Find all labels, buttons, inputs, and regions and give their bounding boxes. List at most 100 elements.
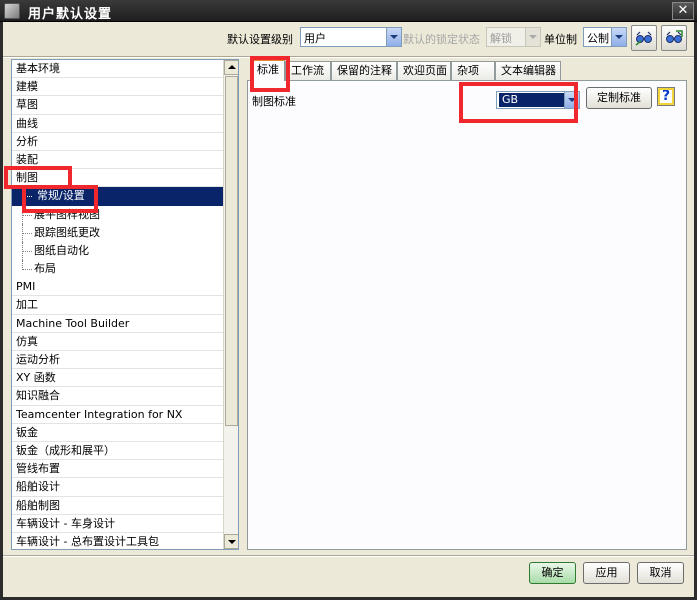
- tree-item-label: Teamcenter Integration for NX: [16, 407, 183, 421]
- tab-text-editor[interactable]: 文本编辑器: [495, 61, 561, 80]
- tree-branch-line: [22, 205, 32, 224]
- tree-item[interactable]: 知识融合: [12, 387, 224, 406]
- tree-item-label: 分析: [16, 134, 38, 148]
- tree-item[interactable]: 仿真: [12, 333, 224, 351]
- tree-item-label: 跟踪图纸更改: [34, 225, 100, 239]
- scroll-down-icon[interactable]: [224, 534, 238, 549]
- tree-item-label: 加工: [16, 298, 38, 312]
- unit-label: 单位制: [544, 33, 577, 46]
- import-settings-button[interactable]: [631, 25, 657, 51]
- footer-divider: [3, 555, 694, 557]
- unit-value: 公制: [587, 32, 609, 45]
- lock-label: 默认的锁定状态: [403, 33, 480, 46]
- chevron-down-icon[interactable]: [611, 28, 626, 46]
- tree-item[interactable]: 制图: [12, 169, 224, 188]
- scroll-thumb[interactable]: [225, 76, 238, 426]
- dialog-window: 默认设置级别 用户 默认的锁定状态 解锁 单位制 公制 基本环境 建模 草图 曲…: [0, 22, 697, 600]
- tree-item-label: 船舶设计: [16, 480, 60, 494]
- tab-standard[interactable]: 标准: [251, 59, 285, 81]
- tree-item-label: 曲线: [16, 116, 38, 130]
- tree-item[interactable]: 基本环境: [12, 60, 224, 79]
- tree-child-item[interactable]: 图纸自动化: [12, 241, 224, 260]
- unit-select[interactable]: 公制: [583, 27, 627, 47]
- chevron-down-icon: [525, 28, 540, 46]
- tree-item-label: 图纸自动化: [34, 243, 89, 257]
- glasses-import-icon: [635, 31, 652, 46]
- tree-item[interactable]: XY 函数: [12, 369, 224, 388]
- tree-item-label: XY 函数: [16, 371, 56, 385]
- export-settings-button[interactable]: [661, 25, 687, 51]
- tree-item-label: 装配: [16, 152, 38, 166]
- tree-item[interactable]: 运动分析: [12, 351, 224, 370]
- customize-standard-button[interactable]: 定制标准: [586, 87, 652, 109]
- tree-item-label: PMI: [16, 280, 36, 294]
- chevron-down-icon[interactable]: [564, 92, 579, 108]
- tree-item[interactable]: 加工: [12, 296, 224, 315]
- tree-item-label: 钣金: [16, 425, 38, 439]
- apply-button[interactable]: 应用: [583, 562, 630, 584]
- toolbar-divider: [3, 56, 694, 58]
- level-value: 用户: [304, 32, 326, 45]
- scroll-up-icon[interactable]: [224, 60, 238, 75]
- tree-item[interactable]: 车辆设计 - 总布置设计工具包: [12, 533, 224, 549]
- lock-select: 解锁: [486, 27, 541, 47]
- tree-item[interactable]: 建模: [12, 78, 224, 97]
- tab-retained-annotations[interactable]: 保留的注释: [331, 61, 397, 80]
- tree-item-label: 布局: [34, 262, 56, 276]
- tree-item-label: 钣金（成形和展平）: [16, 443, 115, 457]
- help-icon[interactable]: ?: [657, 87, 675, 106]
- tree-item-label: 展平图样视图: [34, 207, 100, 221]
- tree-item[interactable]: 曲线: [12, 115, 224, 133]
- tree-item-label: 车辆设计 - 车身设计: [16, 516, 115, 530]
- chevron-down-icon[interactable]: [386, 28, 401, 46]
- tree-child-item[interactable]: 展平图样视图: [12, 205, 224, 224]
- drafting-standard-value: GB: [499, 93, 565, 107]
- tree-item-label: 知识融合: [16, 389, 60, 403]
- tree-item[interactable]: 装配: [12, 151, 224, 170]
- tree-item-label: 仿真: [16, 334, 38, 348]
- tree-item[interactable]: 钣金（成形和展平）: [12, 442, 224, 461]
- tree-item-label: 常规/设置: [34, 188, 88, 204]
- tree-branch-line: [22, 223, 32, 242]
- level-label: 默认设置级别: [227, 33, 293, 46]
- tab-panel: 制图标准 GB 定制标准 ?: [247, 80, 687, 550]
- tree-branch-line: [22, 241, 32, 260]
- tree-items: 基本环境建模 草图曲线分析装配制图常规/设置展平图样视图 跟踪图纸更改 图纸自动化布局…: [12, 60, 224, 549]
- tree-scrollbar[interactable]: [223, 60, 238, 549]
- tree-child-item[interactable]: 常规/设置: [12, 187, 224, 206]
- tree-item[interactable]: 车辆设计 - 车身设计: [12, 515, 224, 533]
- tree-item[interactable]: Teamcenter Integration for NX: [12, 406, 224, 424]
- app-icon: [4, 3, 20, 19]
- level-select[interactable]: 用户: [300, 27, 402, 47]
- tab-workflow[interactable]: 工作流: [285, 61, 331, 80]
- drafting-standard-select[interactable]: GB: [496, 91, 580, 109]
- close-button[interactable]: ✕: [672, 2, 694, 20]
- lock-value: 解锁: [490, 32, 512, 45]
- tree-item-label: 运动分析: [16, 353, 60, 366]
- drafting-standard-label: 制图标准: [252, 95, 296, 108]
- tree-item-label: 基本环境: [16, 62, 60, 75]
- tree-branch-line: [22, 187, 32, 206]
- tree-item[interactable]: 船舶设计: [12, 478, 224, 497]
- tab-welcome-page[interactable]: 欢迎页面: [397, 61, 451, 80]
- tree-item[interactable]: 分析: [12, 133, 224, 151]
- settings-toolbar: 默认设置级别 用户 默认的锁定状态 解锁 单位制 公制: [3, 22, 694, 56]
- tree-child-item[interactable]: 布局: [12, 260, 224, 278]
- tree-item[interactable]: 管线布置: [12, 460, 224, 479]
- tree-item[interactable]: 草图: [12, 96, 224, 115]
- tree-item-label: 草图: [16, 98, 38, 112]
- tree-item[interactable]: 钣金: [12, 424, 224, 442]
- cancel-button[interactable]: 取消: [637, 562, 684, 584]
- tree-item[interactable]: 船舶制图: [12, 497, 224, 515]
- tree-item-label: 制图: [16, 171, 38, 185]
- tree-child-item[interactable]: 跟踪图纸更改: [12, 223, 224, 242]
- glasses-export-icon: [666, 30, 683, 43]
- tree-item[interactable]: PMI: [12, 278, 224, 297]
- tree-item-label: 管线布置: [16, 462, 60, 476]
- tree-item-label: Machine Tool Builder: [16, 316, 130, 330]
- tree-item-label: 船舶制图: [16, 498, 60, 512]
- category-tree[interactable]: 基本环境建模 草图曲线分析装配制图常规/设置展平图样视图 跟踪图纸更改 图纸自动化布局…: [11, 59, 239, 550]
- tree-item[interactable]: Machine Tool Builder: [12, 315, 224, 333]
- ok-button[interactable]: 确定: [529, 562, 576, 584]
- tab-miscellaneous[interactable]: 杂项: [451, 61, 495, 80]
